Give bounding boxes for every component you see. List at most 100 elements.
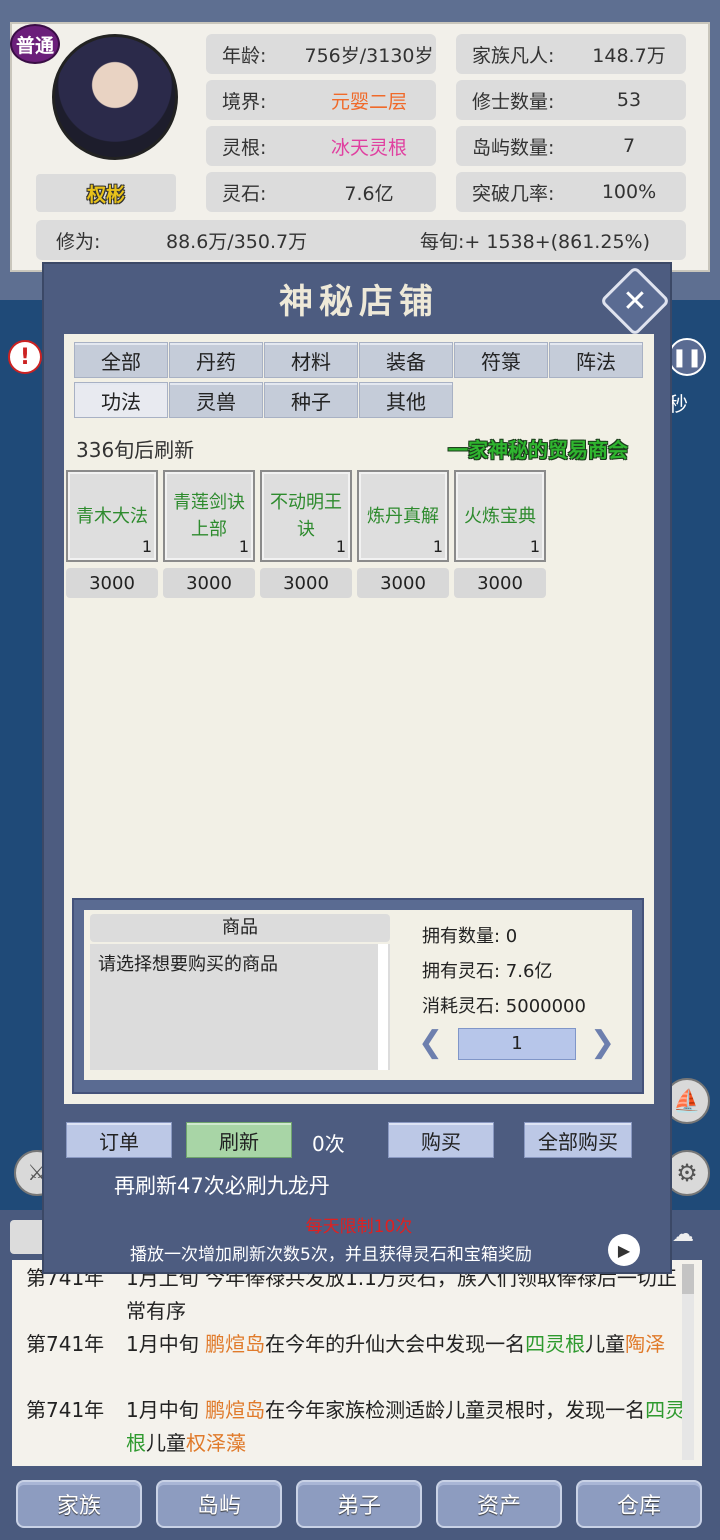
- refresh-button[interactable]: 刷新: [186, 1122, 292, 1158]
- goods-item[interactable]: 火炼宝典 1: [454, 470, 546, 562]
- stat-islands: 岛屿数量: 7: [456, 126, 686, 166]
- goods-price: 3000: [454, 568, 546, 598]
- stat-value: 756岁/3130岁: [304, 44, 434, 67]
- goods-item[interactable]: 青莲剑诀上部 1: [163, 470, 255, 562]
- goods-name-line: 青木大法: [76, 505, 148, 527]
- goods-name-line: 青莲剑诀: [173, 492, 245, 513]
- log-year: 第741年: [26, 1398, 105, 1422]
- log-segment: 1月中旬: [126, 1398, 206, 1422]
- tab-talismans[interactable]: 符箓: [454, 342, 548, 378]
- goods-name: 青莲剑诀 上部: [173, 489, 245, 543]
- profile-panel: 普通 权彬 年龄: 756岁/3130岁 境界: 元婴二层 灵根: 冰天灵根 灵…: [0, 0, 720, 300]
- goods-item[interactable]: 青木大法 1: [66, 470, 158, 562]
- detail-scrollbar[interactable]: [378, 944, 388, 1070]
- cultivation-value: 88.6万/350.7万: [166, 230, 308, 253]
- buy-button[interactable]: 购买: [388, 1122, 494, 1158]
- goods-name-line: 火炼宝典: [464, 505, 536, 527]
- tab-formations[interactable]: 阵法: [549, 342, 643, 378]
- character-avatar[interactable]: [52, 34, 178, 160]
- tab-pills[interactable]: 丹药: [169, 342, 263, 378]
- order-button[interactable]: 订单: [66, 1122, 172, 1158]
- nav-islands-button[interactable]: 岛屿: [156, 1480, 282, 1528]
- goods-count: 1: [529, 537, 540, 556]
- goods-price: 3000: [163, 568, 255, 598]
- stat-spirit-stones: 灵石: 7.6亿: [206, 172, 436, 212]
- goods-count: 1: [432, 537, 443, 556]
- quantity-increase-icon[interactable]: ❯: [590, 1028, 615, 1058]
- log-scroll-thumb[interactable]: [682, 1264, 694, 1294]
- purchase-detail-body: 商品 请选择想要购买的商品 拥有数量: 0 拥有灵石: 7.6亿 消耗灵石: 5…: [84, 910, 632, 1080]
- stat-value: 148.7万: [592, 44, 666, 67]
- stat-label: 岛屿数量:: [472, 136, 555, 159]
- per-turn-gain: 每旬:+ 1538+(861.25%): [420, 230, 650, 253]
- log-island: 鹏煊岛: [205, 1332, 266, 1356]
- refresh-hint: 再刷新47次必刷九龙丹: [114, 1174, 330, 1198]
- close-icon: ✕: [622, 283, 648, 319]
- detail-placeholder: 请选择想要购买的商品: [98, 954, 278, 975]
- goods-name-line: 炼丹真解: [367, 505, 439, 527]
- goods-item[interactable]: 炼丹真解 1: [357, 470, 449, 562]
- goods-name-line: 不动明王: [270, 492, 342, 513]
- pause-icon[interactable]: ❚❚: [668, 338, 706, 376]
- log-segment: 在今年的升仙大会中发现一名: [265, 1332, 526, 1356]
- stat-spirit-root: 灵根: 冰天灵根: [206, 126, 436, 166]
- play-ad-icon[interactable]: ▶: [608, 1234, 640, 1266]
- refresh-count: 0次: [312, 1132, 345, 1156]
- cost-spirit-stones: 消耗灵石: 5000000: [422, 996, 586, 1017]
- owned-spirit-stones: 拥有灵石: 7.6亿: [422, 961, 553, 982]
- log-segment: 1月中旬: [126, 1332, 206, 1356]
- stat-value: 冰天灵根: [330, 136, 407, 159]
- log-segment: 1月上旬 今年俸禄共发放1.1万灵石，族人们领取俸禄后一切正常有序: [126, 1266, 677, 1323]
- detail-description-box[interactable]: 请选择想要购买的商品: [90, 944, 390, 1070]
- nav-family-button[interactable]: 家族: [16, 1480, 142, 1528]
- goods-name: 青木大法: [76, 503, 148, 530]
- daily-limit: 每天限制10次: [305, 1217, 413, 1237]
- stat-value: 元婴二层: [330, 90, 407, 113]
- stat-age: 年龄: 756岁/3130岁: [206, 34, 436, 74]
- tab-equipment[interactable]: 装备: [359, 342, 453, 378]
- stat-label: 突破几率:: [472, 182, 555, 205]
- nav-disciples-button[interactable]: 弟子: [296, 1480, 422, 1528]
- stat-label: 家族凡人:: [472, 44, 555, 67]
- stat-value: 7.6亿: [344, 182, 394, 205]
- tab-seeds[interactable]: 种子: [264, 382, 358, 418]
- stat-value: 100%: [601, 181, 657, 203]
- tab-all[interactable]: 全部: [74, 342, 168, 378]
- tab-beasts[interactable]: 灵兽: [169, 382, 263, 418]
- event-log[interactable]: 第741年 1月上旬 今年俸禄共发放1.1万灵石，族人们领取俸禄后一切正常有序 …: [12, 1260, 702, 1466]
- goods-name: 炼丹真解: [367, 503, 439, 530]
- stat-label: 修士数量:: [472, 90, 555, 113]
- rank-badge: 普通: [10, 24, 60, 64]
- cultivation-label: 修为:: [56, 230, 101, 253]
- buy-all-button[interactable]: 全部购买: [524, 1122, 632, 1158]
- stat-value: 53: [616, 89, 642, 111]
- stat-breakthrough: 突破几率: 100%: [456, 172, 686, 212]
- stat-label: 灵石:: [222, 182, 267, 205]
- tab-other[interactable]: 其他: [359, 382, 453, 418]
- purchase-detail-panel: 商品 请选择想要购买的商品 拥有数量: 0 拥有灵石: 7.6亿 消耗灵石: 5…: [72, 898, 644, 1094]
- quantity-decrease-icon[interactable]: ❮: [418, 1028, 443, 1058]
- log-segment: 儿童: [585, 1332, 626, 1356]
- log-person: 陶泽: [625, 1332, 666, 1356]
- goods-count: 1: [238, 537, 249, 556]
- stat-value: 7: [622, 135, 636, 157]
- goods-name-line: 上部: [191, 519, 227, 540]
- owned-count: 拥有数量: 0: [422, 926, 518, 947]
- cultivation-bar: 修为: 88.6万/350.7万 每旬:+ 1538+(861.25%): [36, 220, 686, 260]
- stat-cultivators: 修士数量: 53: [456, 80, 686, 120]
- detail-header: 商品: [90, 914, 390, 942]
- bottom-nav: 家族 岛屿 弟子 资产 仓库: [0, 1470, 720, 1540]
- log-segment: 在今年家族检测适龄儿童灵根时，发现一名: [265, 1398, 646, 1422]
- mystery-shop-dialog: 神秘店铺 ✕ 全部 丹药 材料 装备 符箓 阵法 功法 灵兽 种子 其他 336…: [42, 262, 672, 1274]
- stat-realm: 境界: 元婴二层: [206, 80, 436, 120]
- goods-price: 3000: [357, 568, 449, 598]
- log-scrollbar[interactable]: [682, 1264, 694, 1460]
- alert-icon[interactable]: !: [8, 340, 42, 374]
- log-island: 鹏煊岛: [205, 1398, 266, 1422]
- goods-item[interactable]: 不动明王诀 1: [260, 470, 352, 562]
- tab-materials[interactable]: 材料: [264, 342, 358, 378]
- tab-techniques[interactable]: 功法: [74, 382, 168, 418]
- quantity-input[interactable]: 1: [458, 1028, 576, 1060]
- nav-warehouse-button[interactable]: 仓库: [576, 1480, 702, 1528]
- nav-assets-button[interactable]: 资产: [436, 1480, 562, 1528]
